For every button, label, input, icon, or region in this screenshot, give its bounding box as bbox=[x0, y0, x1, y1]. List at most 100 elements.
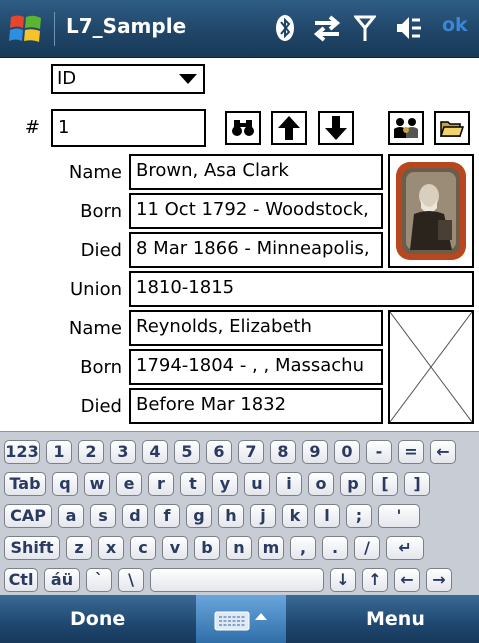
key-0-5[interactable]: 5 bbox=[174, 440, 200, 464]
key-2-3[interactable]: d bbox=[122, 504, 148, 528]
key-3-8[interactable]: , bbox=[290, 536, 316, 560]
key-3-9[interactable]: . bbox=[322, 536, 348, 560]
key-1-0[interactable]: Tab bbox=[4, 472, 46, 496]
person2-name-field[interactable]: Reynolds, Elizabeth bbox=[129, 310, 383, 346]
key-1-11[interactable]: [ bbox=[372, 472, 398, 496]
key-2-10[interactable]: ; bbox=[346, 504, 372, 528]
key-4-0[interactable]: Ctl bbox=[4, 568, 38, 592]
key-0-7[interactable]: 7 bbox=[238, 440, 264, 464]
record-number-input[interactable]: 1 bbox=[51, 109, 206, 147]
person2-born-label: Born bbox=[80, 357, 122, 378]
key-4-7[interactable]: ← bbox=[394, 568, 420, 592]
app-title: L7_Sample bbox=[66, 14, 187, 38]
key-1-7[interactable]: u bbox=[244, 472, 270, 496]
person1-photo[interactable] bbox=[388, 154, 474, 268]
key-1-6[interactable]: y bbox=[212, 472, 238, 496]
key-0-12[interactable]: = bbox=[398, 440, 424, 464]
key-1-12[interactable]: ] bbox=[404, 472, 430, 496]
key-4-2[interactable]: ` bbox=[86, 568, 112, 592]
form-area: ID # 1 Name Brown, Asa Clark Born 11 Oct… bbox=[0, 58, 479, 431]
key-2-7[interactable]: j bbox=[250, 504, 276, 528]
ok-button[interactable]: ok bbox=[442, 14, 468, 36]
person2-died-field[interactable]: Before Mar 1832 bbox=[129, 388, 383, 424]
key-4-1[interactable]: áü bbox=[44, 568, 80, 592]
key-3-2[interactable]: x bbox=[98, 536, 124, 560]
key-0-10[interactable]: 0 bbox=[334, 440, 360, 464]
key-2-0[interactable]: CAP bbox=[4, 504, 52, 528]
key-1-9[interactable]: o bbox=[308, 472, 334, 496]
key-4-8[interactable]: → bbox=[426, 568, 452, 592]
title-separator bbox=[54, 12, 55, 46]
person1-name-label: Name bbox=[68, 162, 122, 183]
family-button[interactable] bbox=[388, 111, 424, 145]
key-3-3[interactable]: c bbox=[130, 536, 156, 560]
arrow-down-icon bbox=[325, 116, 347, 140]
person1-born-field[interactable]: 11 Oct 1792 - Woodstock, bbox=[129, 193, 383, 229]
key-2-4[interactable]: f bbox=[154, 504, 180, 528]
key-1-8[interactable]: i bbox=[276, 472, 302, 496]
key-0-9[interactable]: 9 bbox=[302, 440, 328, 464]
key-0-8[interactable]: 8 bbox=[270, 440, 296, 464]
key-1-5[interactable]: t bbox=[180, 472, 206, 496]
find-button[interactable] bbox=[225, 111, 261, 145]
key-1-10[interactable]: p bbox=[340, 472, 366, 496]
person1-died-field[interactable]: 8 Mar 1866 - Minneapolis, bbox=[129, 232, 383, 268]
person2-born-field[interactable]: 1794-1804 - , , Massachu bbox=[129, 349, 383, 385]
key-0-4[interactable]: 4 bbox=[142, 440, 168, 464]
input-panel-toggle[interactable] bbox=[196, 595, 286, 643]
binoculars-icon bbox=[232, 120, 254, 136]
key-0-1[interactable]: 1 bbox=[46, 440, 72, 464]
key-3-1[interactable]: z bbox=[66, 536, 92, 560]
key-3-11[interactable]: ↵ bbox=[386, 536, 424, 560]
key-4-3[interactable]: \ bbox=[118, 568, 144, 592]
key-2-9[interactable]: l bbox=[314, 504, 340, 528]
start-menu-icon[interactable] bbox=[8, 11, 44, 47]
union-field[interactable]: 1810-1815 bbox=[129, 271, 474, 307]
key-0-11[interactable]: - bbox=[366, 440, 392, 464]
folder-open-icon bbox=[440, 121, 464, 137]
key-2-11[interactable]: ' bbox=[378, 504, 420, 528]
next-record-button[interactable] bbox=[318, 111, 354, 145]
key-3-7[interactable]: m bbox=[258, 536, 284, 560]
signal-icon[interactable] bbox=[352, 12, 378, 52]
connectivity-icon[interactable] bbox=[312, 12, 342, 52]
key-2-5[interactable]: g bbox=[186, 504, 212, 528]
key-3-4[interactable]: v bbox=[162, 536, 188, 560]
person1-born-label: Born bbox=[80, 201, 122, 222]
chevron-down-icon bbox=[179, 74, 197, 84]
open-file-button[interactable] bbox=[434, 111, 470, 145]
key-3-6[interactable]: n bbox=[226, 536, 252, 560]
key-2-1[interactable]: a bbox=[58, 504, 84, 528]
key-0-0[interactable]: 123 bbox=[4, 440, 40, 464]
key-3-0[interactable]: Shift bbox=[4, 536, 60, 560]
space-key[interactable] bbox=[150, 568, 324, 592]
bluetooth-icon[interactable] bbox=[274, 12, 296, 52]
person2-name-label: Name bbox=[68, 318, 122, 339]
key-2-8[interactable]: k bbox=[282, 504, 308, 528]
key-4-5[interactable]: ↓ bbox=[330, 568, 356, 592]
key-1-1[interactable]: q bbox=[52, 472, 78, 496]
key-0-13[interactable]: ← bbox=[430, 440, 456, 464]
key-0-6[interactable]: 6 bbox=[206, 440, 232, 464]
key-1-3[interactable]: e bbox=[116, 472, 142, 496]
key-1-4[interactable]: r bbox=[148, 472, 174, 496]
key-0-2[interactable]: 2 bbox=[78, 440, 104, 464]
key-2-2[interactable]: s bbox=[90, 504, 116, 528]
volume-icon[interactable] bbox=[394, 12, 424, 52]
key-1-2[interactable]: w bbox=[84, 472, 110, 496]
key-4-6[interactable]: ↑ bbox=[362, 568, 388, 592]
softkey-bar: Done Menu bbox=[0, 595, 479, 643]
done-softkey[interactable]: Done bbox=[70, 608, 125, 630]
key-3-5[interactable]: b bbox=[194, 536, 220, 560]
key-0-3[interactable]: 3 bbox=[110, 440, 136, 464]
key-3-10[interactable]: / bbox=[354, 536, 380, 560]
person2-photo-placeholder[interactable] bbox=[388, 310, 474, 424]
family-icon bbox=[394, 118, 418, 138]
person2-died-label: Died bbox=[80, 396, 122, 417]
number-label: # bbox=[24, 117, 40, 138]
key-2-6[interactable]: h bbox=[218, 504, 244, 528]
search-field-dropdown[interactable]: ID bbox=[51, 64, 205, 94]
menu-softkey[interactable]: Menu bbox=[366, 608, 425, 630]
previous-record-button[interactable] bbox=[271, 111, 307, 145]
person1-name-field[interactable]: Brown, Asa Clark bbox=[129, 154, 383, 190]
